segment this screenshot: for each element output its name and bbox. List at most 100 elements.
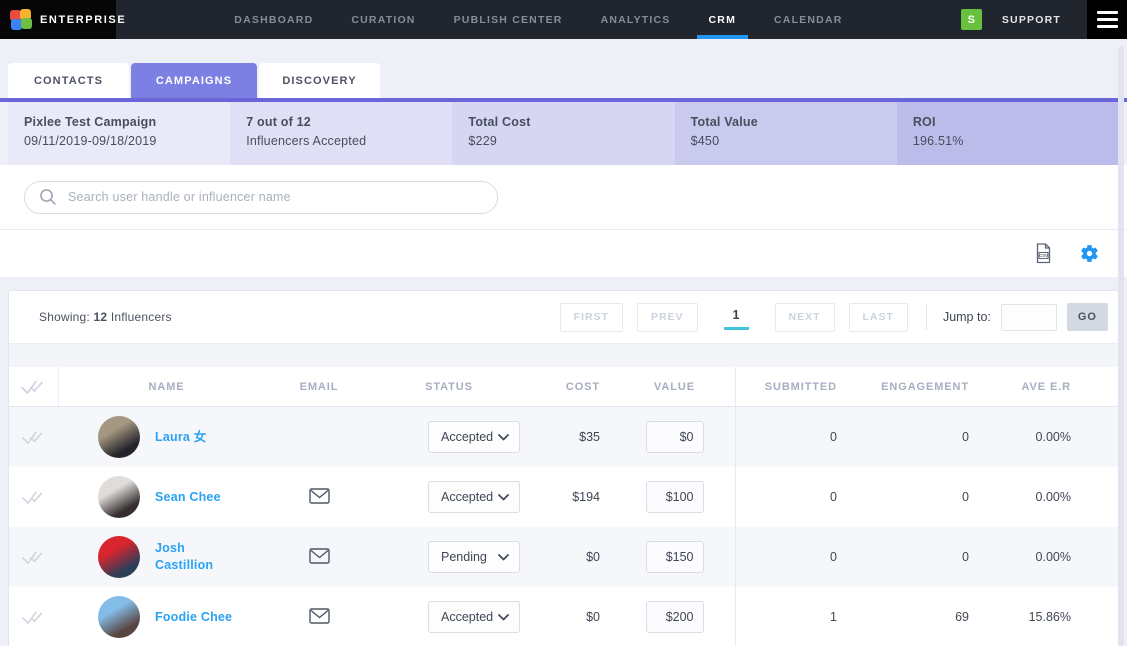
chevron-down-icon (498, 434, 509, 441)
summary-segment-title: Total Cost (468, 115, 674, 129)
top-nav: ENTERPRISE DASHBOARD CURATION PUBLISH CENT… (0, 0, 1127, 39)
influencer-avatar[interactable] (98, 416, 140, 458)
summary-segment-value: $229 (468, 134, 674, 148)
table-header: NAME EMAIL STATUS COST VALUE SUBMITTED E… (9, 367, 1118, 407)
column-header-status[interactable]: STATUS (364, 367, 534, 406)
row-checkmark-icon[interactable] (9, 467, 59, 527)
cost-cell: $194 (534, 467, 614, 527)
status-select[interactable]: Accepted (428, 601, 520, 633)
chevron-down-icon (498, 554, 509, 561)
engagement-cell: 0 (841, 407, 973, 467)
chevron-down-icon (498, 614, 509, 621)
nav-item-publish-center[interactable]: PUBLISH CENTER (442, 0, 575, 39)
go-button[interactable]: GO (1067, 303, 1108, 331)
row-checkmark-icon[interactable] (9, 407, 59, 467)
nav-item-support[interactable]: SUPPORT (1002, 14, 1061, 26)
email-icon[interactable] (309, 608, 330, 627)
influencer-avatar[interactable] (98, 536, 140, 578)
nav-right: S SUPPORT (961, 0, 1127, 39)
page-scrollbar[interactable] (1118, 46, 1124, 646)
engagement-cell: 69 (841, 587, 973, 646)
email-icon[interactable] (309, 488, 330, 507)
summary-segment-title: Pixlee Test Campaign (24, 115, 230, 129)
email-icon[interactable] (309, 548, 330, 567)
value-input[interactable]: $100 (646, 481, 704, 513)
nav-item-calendar[interactable]: CALENDAR (762, 0, 855, 39)
table-row-josh-castillion: Josh Castillion Pending $0 $150 0 0 0. (9, 527, 1118, 587)
campaign-summary-bar: Pixlee Test Campaign 09/11/2019-09/18/20… (0, 102, 1127, 165)
influencer-name-link[interactable]: Sean Chee (155, 489, 221, 506)
column-header-engagement[interactable]: ENGAGEMENT (841, 367, 973, 406)
summary-segment-total-value: Total Value $450 (675, 102, 897, 165)
value-input[interactable]: $0 (646, 421, 704, 453)
next-page-button[interactable]: NEXT (775, 303, 835, 332)
influencer-name-link[interactable]: Foodie Chee (155, 609, 232, 626)
engagement-cell: 0 (841, 467, 973, 527)
nav-item-curation[interactable]: CURATION (339, 0, 427, 39)
settings-gear-icon[interactable] (1079, 243, 1100, 264)
value-input[interactable]: $200 (646, 601, 704, 633)
hamburger-menu-icon[interactable] (1087, 0, 1127, 39)
column-header-ave-er[interactable]: AVE E.R (973, 367, 1083, 406)
cost-cell: $0 (534, 527, 614, 587)
search-icon (39, 188, 57, 206)
summary-segment-pixlee-test-campaign: Pixlee Test Campaign 09/11/2019-09/18/20… (8, 102, 230, 165)
first-page-button[interactable]: FIRST (560, 303, 623, 332)
pixlee-logo-icon (10, 9, 31, 30)
influencer-name-link[interactable]: Josh Castillion (155, 540, 243, 574)
summary-segment-roi: ROI 196.51% (897, 102, 1119, 165)
column-header-email[interactable]: EMAIL (274, 367, 364, 406)
nav-item-crm[interactable]: CRM (697, 0, 749, 39)
column-header-name[interactable]: NAME (59, 367, 274, 406)
row-checkmark-icon[interactable] (9, 587, 59, 646)
table-row-laura: Laura 女 Accepted $35 $0 0 0 0.00% (9, 407, 1118, 467)
brand[interactable]: ENTERPRISE (0, 0, 116, 39)
user-avatar[interactable]: S (961, 9, 982, 30)
svg-text:CSV: CSV (1039, 253, 1048, 258)
influencer-avatar[interactable] (98, 596, 140, 638)
submitted-cell: 0 (736, 407, 841, 467)
column-header-cost[interactable]: COST (534, 367, 614, 406)
status-select[interactable]: Pending (428, 541, 520, 573)
search-box[interactable] (24, 181, 498, 214)
nav-item-analytics[interactable]: ANALYTICS (589, 0, 683, 39)
row-checkmark-icon[interactable] (9, 527, 59, 587)
summary-segment-title: ROI (913, 115, 1119, 129)
table-toolbar: CSV (0, 230, 1127, 276)
submitted-cell: 1 (736, 587, 841, 646)
jump-to-label: Jump to: (943, 310, 991, 324)
summary-segment-value: $450 (691, 134, 897, 148)
search-input[interactable] (68, 190, 497, 204)
showing-count: Showing: 12 Influencers (39, 310, 172, 324)
influencer-name-link[interactable]: Laura 女 (155, 429, 206, 446)
influencer-avatar[interactable] (98, 476, 140, 518)
status-select[interactable]: Accepted (428, 421, 520, 453)
submitted-cell: 0 (736, 467, 841, 527)
pagination-row: Showing: 12 Influencers FIRST PREV 1 NEX… (9, 291, 1118, 343)
csv-export-icon[interactable]: CSV (1035, 243, 1052, 264)
crm-page: ENTERPRISE DASHBOARD CURATION PUBLISH CENT… (0, 0, 1127, 646)
tab-contacts[interactable]: CONTACTS (8, 63, 129, 98)
status-select[interactable]: Accepted (428, 481, 520, 513)
table-row-foodie-chee: Foodie Chee Accepted $0 $200 1 69 15.8 (9, 587, 1118, 646)
search-card: CSV (0, 165, 1127, 277)
select-all-checkmark-icon[interactable] (9, 367, 59, 406)
column-header-submitted[interactable]: SUBMITTED (736, 367, 841, 406)
ave-er-cell: 0.00% (973, 527, 1083, 587)
bulk-actions-bar (9, 343, 1118, 367)
summary-segment-total-cost: Total Cost $229 (452, 102, 674, 165)
current-page[interactable]: 1 (724, 304, 749, 330)
nav-item-dashboard[interactable]: DASHBOARD (222, 0, 325, 39)
nav-menu: DASHBOARD CURATION PUBLISH CENTER ANALYTICS… (116, 0, 961, 39)
tab-campaigns[interactable]: CAMPAIGNS (131, 63, 257, 98)
tab-discovery[interactable]: DISCOVERY (259, 63, 380, 98)
last-page-button[interactable]: LAST (849, 303, 908, 332)
summary-segment-7-out-of-12: 7 out of 12 Influencers Accepted (230, 102, 452, 165)
value-input[interactable]: $150 (646, 541, 704, 573)
column-header-value[interactable]: VALUE (614, 367, 736, 406)
search-row (0, 165, 1127, 230)
engagement-cell: 0 (841, 527, 973, 587)
prev-page-button[interactable]: PREV (637, 303, 698, 332)
chevron-down-icon (498, 494, 509, 501)
jump-to-input[interactable] (1001, 304, 1057, 331)
